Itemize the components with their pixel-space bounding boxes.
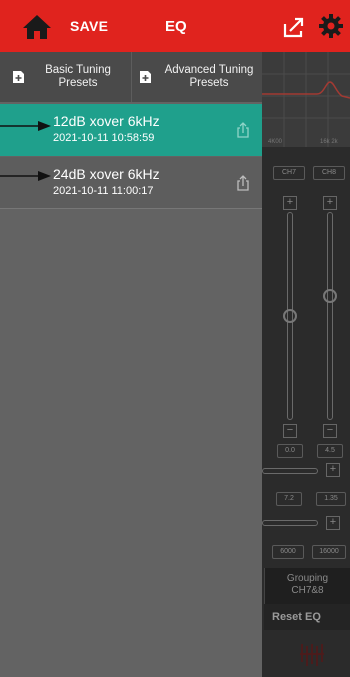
reset-eq-button[interactable]: Reset EQ [264, 604, 350, 630]
gain-slider-knob-ch8[interactable] [323, 289, 337, 303]
share-icon[interactable] [236, 122, 250, 138]
gain-plus-button-ch7[interactable]: + [283, 196, 297, 210]
gain-plus-button-ch8[interactable]: + [323, 196, 337, 210]
eq-curve: 4K00 16k 2k [262, 52, 350, 147]
graph-label-2: 16k 2k [320, 139, 339, 145]
grouping-label: Grouping [286, 573, 329, 584]
tab-advanced-tuning-label: Advanced Tuning Presets [158, 64, 260, 90]
freq-plus-button[interactable]: + [326, 516, 340, 530]
graph-label-1: 4K00 [268, 139, 283, 145]
tab-advanced-line1: Advanced Tuning [164, 64, 254, 76]
add-file-icon [13, 71, 24, 83]
save-button[interactable]: SAVE [70, 18, 108, 34]
tab-basic-line1: Basic Tuning [45, 64, 111, 76]
share-icon[interactable] [236, 175, 250, 191]
brand-logo-icon [300, 644, 324, 666]
eq-response-graph: 4K00 16k 2k [262, 52, 350, 147]
q-slider[interactable] [262, 468, 318, 474]
gain-value-ch7[interactable]: 0.0 [277, 444, 303, 458]
gain-value-ch8[interactable]: 4.5 [317, 444, 343, 458]
tab-advanced-tuning-presets[interactable]: Advanced Tuning Presets [131, 52, 262, 102]
callout-arrow-icon [0, 121, 51, 131]
preset-date: 2021-10-11 11:00:17 [53, 185, 154, 197]
preset-date: 2021-10-11 10:58:59 [53, 132, 155, 144]
top-bar: SAVE EQ [0, 0, 350, 52]
grouping-button[interactable]: Grouping CH7&8 [264, 568, 350, 604]
q-value-ch8[interactable]: 1.35 [316, 492, 346, 506]
presets-drawer: Basic Tuning Presets Advanced Tuning Pre… [0, 52, 262, 677]
preset-tabs: Basic Tuning Presets Advanced Tuning Pre… [0, 52, 262, 102]
tab-advanced-line2: Presets [189, 77, 229, 89]
ch8-button[interactable]: CH8 [313, 166, 345, 180]
gain-slider-ch8[interactable] [327, 212, 333, 420]
preset-name: 12dB xover 6kHz [53, 113, 160, 129]
home-icon[interactable] [22, 14, 52, 40]
grouping-channels: CH7&8 [291, 585, 324, 596]
gain-minus-button-ch8[interactable]: − [323, 424, 337, 438]
q-value-ch7[interactable]: 7.2 [276, 492, 302, 506]
tab-basic-tuning-label: Basic Tuning Presets [32, 64, 124, 90]
tab-basic-line2: Presets [58, 77, 98, 89]
add-file-icon [140, 71, 151, 83]
gain-minus-button-ch7[interactable]: − [283, 424, 297, 438]
q-plus-button[interactable]: + [326, 463, 340, 477]
preset-name: 24dB xover 6kHz [53, 166, 160, 182]
gear-icon[interactable] [318, 13, 344, 39]
page-title: EQ [165, 18, 187, 35]
ch7-button[interactable]: CH7 [273, 166, 305, 180]
freq-slider[interactable] [262, 520, 318, 526]
freq-value-ch8[interactable]: 16000 [312, 545, 346, 559]
gain-slider-knob-ch7[interactable] [283, 309, 297, 323]
preset-item-2[interactable]: 24dB xover 6kHz 2021-10-11 11:00:17 [0, 157, 262, 209]
callout-arrow-icon [0, 171, 51, 181]
eq-screen: 4K00 16k 2k CH7 CH8 + + − − 0.0 4.5 + 7.… [0, 0, 350, 677]
tab-basic-tuning-presets[interactable]: Basic Tuning Presets [0, 52, 131, 102]
freq-value-ch7[interactable]: 6000 [272, 545, 304, 559]
export-icon[interactable] [282, 15, 306, 39]
